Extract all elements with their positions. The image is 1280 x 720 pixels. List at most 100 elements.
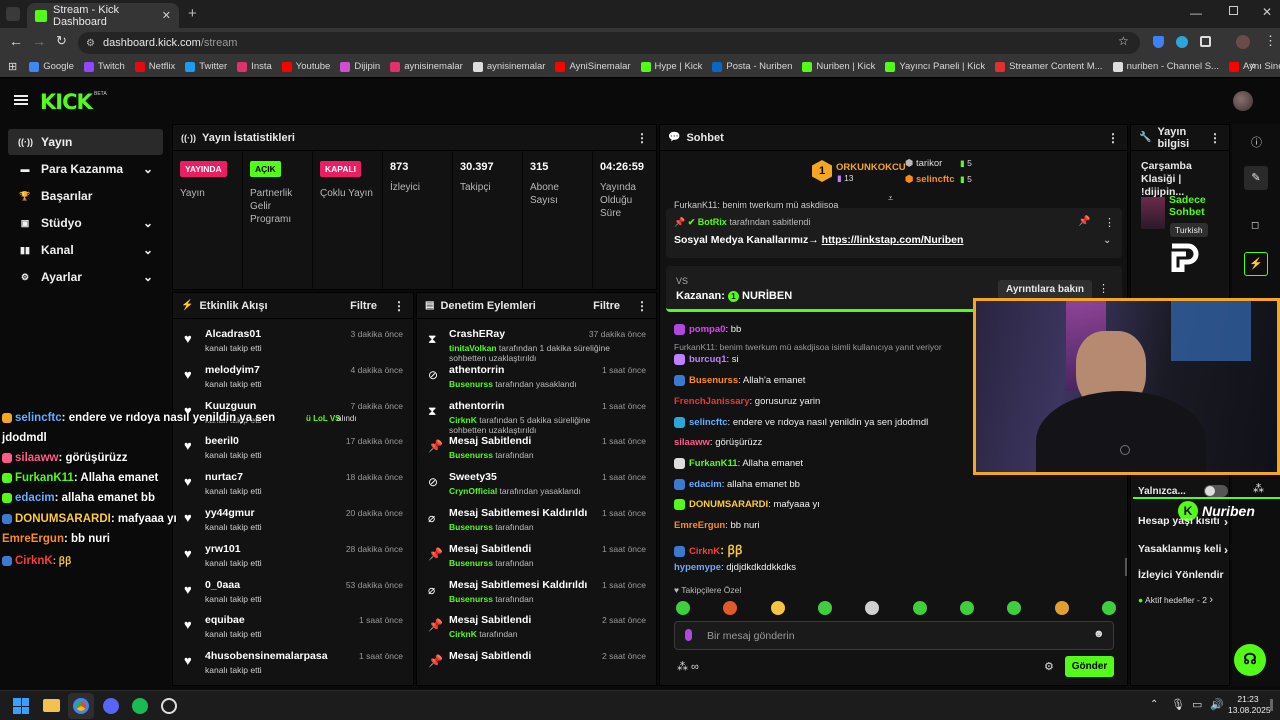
- activity-item[interactable]: ♥ yrw101 kanalı takip etti 28 dakika önce: [173, 538, 413, 574]
- pinned-expand-icon[interactable]: ⌄: [1103, 235, 1111, 246]
- chat-username[interactable]: Busenurss: [689, 375, 738, 386]
- chat-message[interactable]: selincftc: endere ve rıdoya nasıl yenild…: [674, 417, 928, 428]
- chat-input[interactable]: Bir mesaj gönderin ☻: [674, 621, 1114, 650]
- prediction-menu-icon[interactable]: ⋮: [1098, 282, 1109, 295]
- speaker-icon[interactable]: 🔊: [1210, 698, 1224, 711]
- emoji-icon[interactable]: ☻: [1093, 628, 1105, 640]
- chat-username[interactable]: FurkanK11: [689, 458, 738, 469]
- taskbar-clock[interactable]: 21:23 13.08.2025: [1228, 694, 1271, 716]
- chat-username[interactable]: hypemype: [674, 562, 721, 573]
- discord-icon[interactable]: [103, 698, 119, 714]
- pinned-link[interactable]: https://linkstap.com/Nuriben: [822, 234, 964, 246]
- sidebar-item-6[interactable]: ⚙ Ayarlar ⌄: [8, 264, 163, 290]
- emote-icon[interactable]: [959, 601, 974, 615]
- moderation-item[interactable]: ⌀ Mesaj Sabitlemesi Kaldırıldı Busenurss t…: [417, 502, 656, 538]
- chat-message[interactable]: edacim: allaha emanet bb: [674, 479, 800, 490]
- sidebar-item-3[interactable]: 🏆 Başarılar: [8, 183, 163, 209]
- bookmark-item[interactable]: Posta - Nuriben: [712, 61, 792, 72]
- chat-username[interactable]: FrenchJanissary: [674, 396, 750, 407]
- bookmark-star-icon[interactable]: ☆: [1118, 34, 1129, 48]
- category-thumbnail[interactable]: [1141, 197, 1165, 229]
- chevron-down-icon[interactable]: ⌄: [143, 162, 153, 176]
- right-setting-item[interactable]: İzleyici Yönlendir: [1138, 569, 1228, 581]
- browser-tab[interactable]: Stream - Kick Dashboard ✕: [27, 3, 179, 28]
- quick-action-icon[interactable]: ⚡: [1244, 252, 1268, 276]
- bookmark-item[interactable]: Dijipin: [340, 61, 380, 72]
- chat-username[interactable]: CirknK: [689, 546, 720, 557]
- new-tab-button[interactable]: +: [188, 5, 197, 22]
- maximize-button[interactable]: [1229, 6, 1238, 15]
- minimize-button[interactable]: —: [1190, 6, 1202, 20]
- tab-search-icon[interactable]: [6, 7, 20, 21]
- bookmark-item[interactable]: AyniSinemalar: [555, 61, 631, 72]
- chat-username[interactable]: silaaww: [674, 437, 710, 448]
- stats-menu-icon[interactable]: ⋮: [636, 131, 648, 145]
- chrome-icon[interactable]: [73, 698, 89, 714]
- sidebar-item-4[interactable]: ▣ Stüdyo ⌄: [8, 210, 163, 236]
- chevron-down-icon[interactable]: ⌄: [143, 270, 153, 284]
- chat-message[interactable]: Busenurss: Allah'a emanet: [674, 375, 805, 386]
- chat-message[interactable]: hypemype: djdjdkdkddkkdks: [674, 562, 796, 573]
- sidebar-item-2[interactable]: ▬ Para Kazanma ⌄: [8, 156, 163, 182]
- sidebar-item-5[interactable]: ▮▮ Kanal ⌄: [8, 237, 163, 263]
- chat-settings-icon[interactable]: ⚙: [1044, 660, 1054, 673]
- activity-item[interactable]: ♥ Alcadras01 kanalı takip etti 3 dakika önc…: [173, 323, 413, 359]
- send-button[interactable]: Gönder: [1065, 656, 1114, 677]
- emote-icon[interactable]: [1054, 601, 1069, 615]
- chat-username[interactable]: pompa0: [689, 324, 725, 335]
- reload-icon[interactable]: ↻: [56, 33, 67, 49]
- pinned-menu-icon[interactable]: ⋮: [1104, 216, 1115, 229]
- profile-avatar[interactable]: [1236, 35, 1250, 49]
- moderation-item[interactable]: 📌 Mesaj Sabitlendi Busenurss tarafından 1 s…: [417, 538, 656, 574]
- apps-grid-icon[interactable]: ⊞: [8, 60, 17, 73]
- top-gifter-name[interactable]: ORKUNKOKCU: [836, 162, 906, 173]
- chat-username[interactable]: burcuq1: [689, 354, 726, 365]
- info-icon[interactable]: ⓘ: [1251, 134, 1262, 150]
- chat-message[interactable]: silaaww: görüşürüzz: [674, 437, 762, 448]
- chat-username[interactable]: selincftc: [689, 417, 728, 428]
- emote-icon[interactable]: [1007, 601, 1022, 615]
- moderation-item[interactable]: 📌 Mesaj Sabitlendi 2 saat önce: [417, 645, 656, 681]
- bookmark-item[interactable]: nuriben - Channel S...: [1112, 61, 1219, 72]
- extension-icon[interactable]: [1176, 36, 1188, 48]
- bookmark-item[interactable]: Nuriben | Kick: [802, 61, 875, 72]
- steam-icon[interactable]: [161, 698, 177, 714]
- back-arrow-icon[interactable]: ←: [9, 33, 23, 49]
- prediction-details-button[interactable]: Ayrıntılara bakın: [998, 280, 1092, 300]
- bookmark-item[interactable]: Twitter: [185, 61, 227, 72]
- tray-chevron-icon[interactable]: ⌃: [1150, 699, 1158, 710]
- bookmarks-overflow-icon[interactable]: »: [1250, 60, 1256, 72]
- hamburger-menu-icon[interactable]: [14, 95, 28, 105]
- spotify-icon[interactable]: [132, 698, 148, 714]
- address-bar[interactable]: ⚙ dashboard.kick.com/stream: [78, 32, 1140, 54]
- show-desktop-button[interactable]: [1270, 699, 1273, 711]
- emote-icon[interactable]: [865, 601, 880, 615]
- emote-icon[interactable]: [676, 601, 690, 615]
- shield-extension-icon[interactable]: [1153, 36, 1164, 48]
- display-icon[interactable]: ▭: [1192, 698, 1202, 711]
- chat-username[interactable]: DONUMSARARDI: [689, 499, 768, 510]
- emote-icon[interactable]: [912, 601, 927, 615]
- only-toggle[interactable]: [1204, 485, 1228, 497]
- bookmark-item[interactable]: Youtube: [281, 61, 330, 72]
- unpin-icon[interactable]: 📌: [1078, 216, 1090, 227]
- third-gifter[interactable]: ⬢ selincftc: [905, 174, 954, 185]
- chat-scrollbar[interactable]: [1125, 558, 1127, 576]
- chat-message[interactable]: DONUMSARARDI: mafyaaa yı: [674, 499, 820, 510]
- chat-menu-icon[interactable]: ⋮: [1107, 131, 1119, 145]
- active-goals[interactable]: ● Aktif hedefler - 2 ›: [1138, 594, 1213, 606]
- bookmark-item[interactable]: Insta: [237, 61, 272, 72]
- forward-arrow-icon[interactable]: →: [32, 33, 46, 49]
- chat-tools-icon[interactable]: ⁂ ∞: [677, 660, 699, 673]
- chat-message[interactable]: burcuq1: si: [674, 354, 739, 365]
- chat-message[interactable]: FrenchJanissary: gorusuruz yarin: [674, 396, 820, 407]
- pinned-message[interactable]: 📌 ✔ BotRix tarafından sabitlendi Sosyal …: [666, 208, 1122, 258]
- support-headset-icon[interactable]: ☊: [1234, 644, 1266, 676]
- chat-username[interactable]: edacim: [689, 479, 722, 490]
- file-explorer-icon[interactable]: [43, 699, 60, 712]
- activity-item[interactable]: ♥ 0_0aaa kanalı takip etti 53 dakika önce: [173, 574, 413, 610]
- chevron-down-icon[interactable]: ⌄: [143, 243, 153, 257]
- moderation-menu-icon[interactable]: ⋮: [636, 299, 648, 313]
- close-window-button[interactable]: ✕: [1262, 5, 1272, 19]
- user-avatar[interactable]: [1233, 91, 1253, 111]
